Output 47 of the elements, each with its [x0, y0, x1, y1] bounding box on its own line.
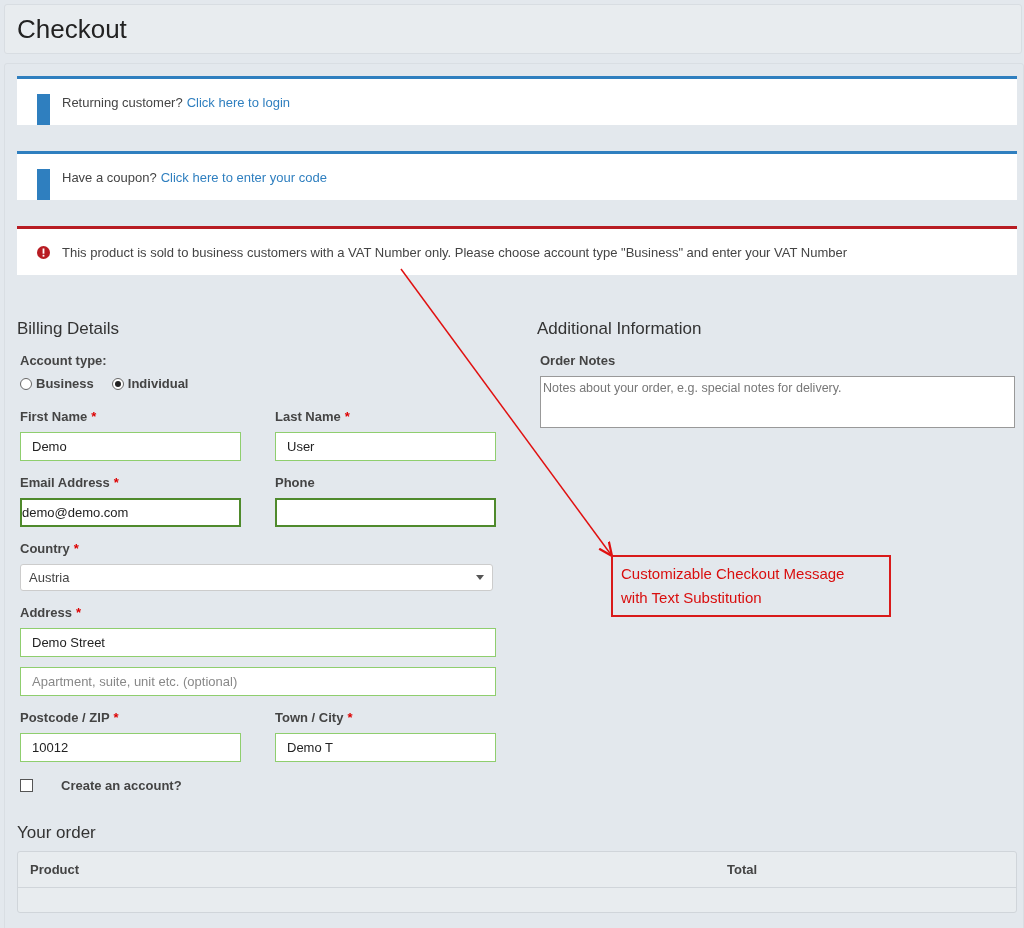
notice-text: Returning customer?	[62, 94, 183, 110]
section-heading: Billing Details	[17, 319, 121, 339]
notes-field[interactable]: Notes about your order, e.g. special notes for delivery.	[540, 376, 1015, 428]
required-mark: *	[76, 605, 82, 620]
country-select[interactable]: Austria	[20, 564, 493, 591]
field-label: Phone	[275, 475, 315, 490]
callout-text: Customizable Checkout Message with Text Substitution	[611, 555, 891, 617]
required-mark: *	[347, 710, 353, 725]
radio-option[interactable]: Individual	[111, 376, 189, 391]
alert-icon	[37, 245, 50, 259]
field-label: First Name	[20, 409, 88, 424]
input-field[interactable]: User	[275, 432, 496, 461]
page-title: Checkout	[17, 13, 127, 45]
input-field[interactable]: 10012	[20, 733, 241, 762]
field-label: Order Notes	[540, 353, 617, 368]
field-label: Account type:	[20, 353, 108, 368]
section-heading: Your order	[17, 823, 97, 843]
notice-text: This product is sold to business customers with a VAT Number only. Please choose account type "Business" and enter your VAT Number	[62, 244, 848, 260]
field-label: Last Name	[275, 409, 341, 424]
input-field[interactable]: Apartment, suite, unit etc. (optional)	[20, 667, 496, 696]
radio-option[interactable]: Business	[20, 376, 94, 391]
notice-text: Have a coupon?	[62, 169, 157, 185]
field-label: Address	[20, 605, 73, 620]
input-field[interactable]	[275, 498, 496, 527]
required-mark: *	[91, 409, 97, 424]
input-field[interactable]: Demo Street	[20, 628, 496, 657]
radio-button[interactable]	[111, 377, 124, 390]
notice-link[interactable]: Click here to enter your code	[160, 169, 327, 185]
checkbox[interactable]	[20, 779, 33, 792]
checkbox-label: Create an account?	[61, 778, 182, 793]
field-label: Country	[20, 541, 70, 556]
input-field[interactable]: Demo	[20, 432, 241, 461]
radio-button[interactable]	[20, 377, 32, 390]
input-field[interactable]: demo@demo.com	[20, 498, 241, 527]
section-heading: Additional Information	[537, 319, 703, 339]
notice-link[interactable]: Click here to login	[186, 94, 290, 110]
required-mark: *	[73, 541, 79, 556]
required-mark: *	[113, 475, 119, 490]
field-label: Email Address	[20, 475, 110, 490]
input-field[interactable]: Demo T	[275, 733, 496, 762]
column-header: Product	[18, 852, 715, 888]
required-mark: *	[113, 710, 119, 725]
field-label: Town / City	[275, 710, 344, 725]
column-header: Total	[715, 852, 1016, 888]
field-label: Postcode / ZIP	[20, 710, 110, 725]
required-mark: *	[344, 409, 350, 424]
caret-icon	[476, 575, 484, 580]
